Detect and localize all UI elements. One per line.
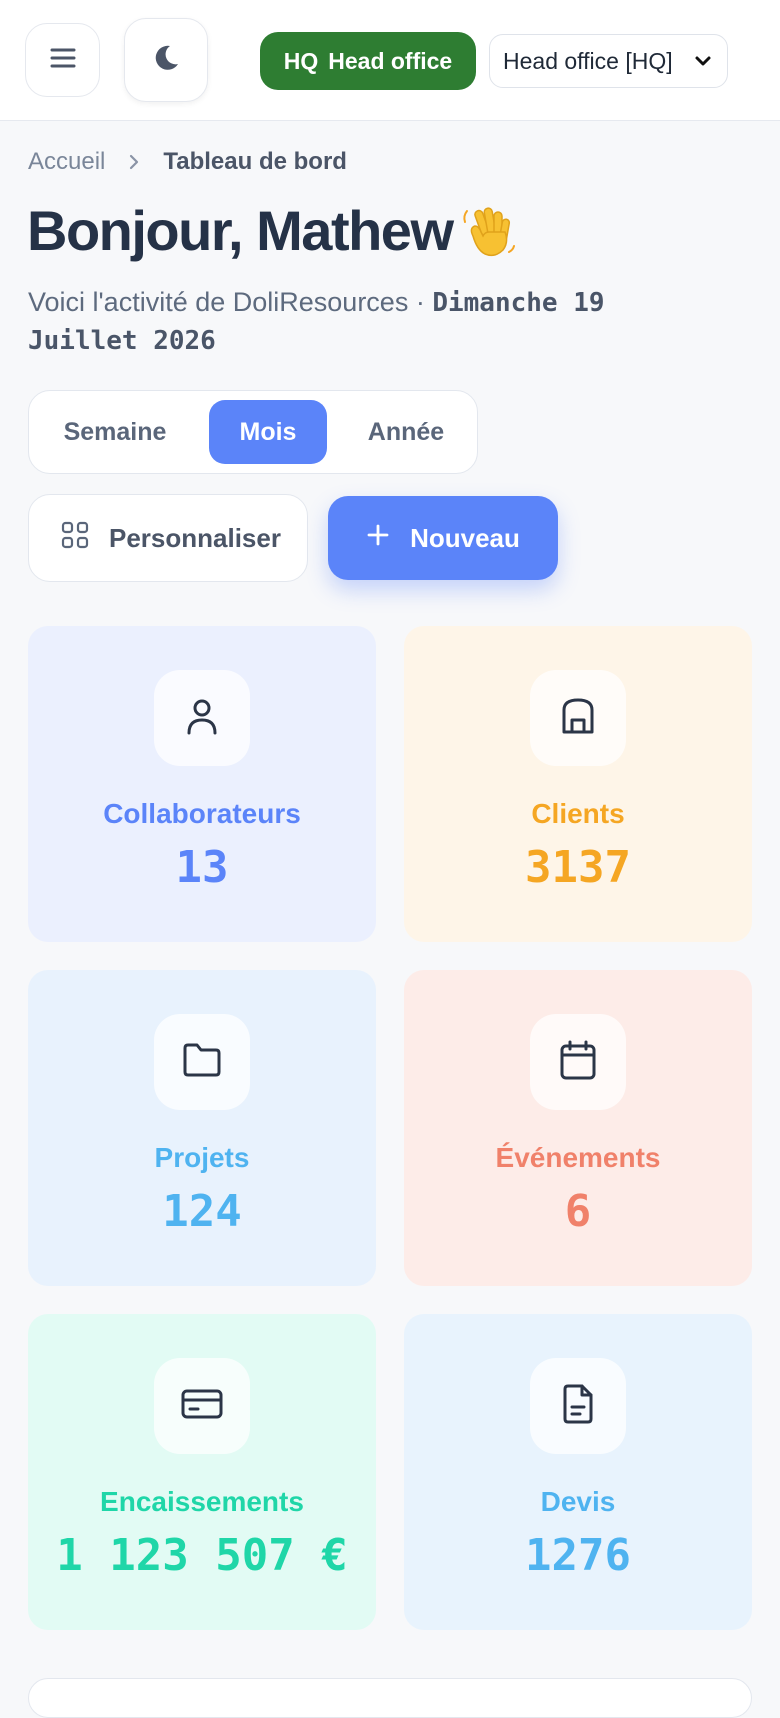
waving-hand-icon — [459, 202, 517, 260]
hamburger-menu-icon — [50, 47, 76, 74]
icon-container — [530, 670, 626, 766]
icon-container — [530, 1358, 626, 1454]
stat-label: Clients — [531, 798, 625, 829]
stat-value: 124 — [162, 1186, 242, 1237]
chevron-down-icon — [693, 50, 713, 77]
folder-icon — [181, 1040, 223, 1085]
breadcrumb: Accueil Tableau de bord — [28, 148, 347, 176]
stat-value: 6 — [564, 1186, 592, 1237]
stat-label: Devis — [540, 1486, 616, 1517]
new-label: Nouveau — [410, 522, 520, 553]
top-bar: HQ Head office Head office [HQ] — [0, 0, 780, 121]
building-icon — [558, 696, 598, 741]
stat-value: 1276 — [525, 1530, 631, 1581]
stat-label: Encaissements — [100, 1486, 304, 1517]
breadcrumb-current: Tableau de bord — [163, 148, 347, 175]
next-section-panel — [28, 1678, 752, 1718]
customize-label: Personnaliser — [109, 522, 281, 553]
user-icon — [182, 696, 222, 741]
hq-badge-code: HQ — [283, 47, 319, 74]
document-icon — [560, 1383, 596, 1430]
tab-week[interactable]: Semaine — [41, 400, 189, 464]
stat-card-devis[interactable]: Devis 1276 — [404, 1314, 752, 1630]
subtitle: Voici l'activité de DoliResources · Dima… — [28, 284, 678, 360]
menu-button[interactable] — [25, 23, 100, 97]
tab-month[interactable]: Mois — [209, 400, 327, 464]
hq-badge[interactable]: HQ Head office — [260, 32, 476, 90]
page-title: Bonjour, Mathew — [27, 198, 517, 263]
icon-container — [154, 670, 250, 766]
stat-card-projets[interactable]: Projets 124 — [28, 970, 376, 1286]
subtitle-text: Voici l'activité de DoliResources · — [28, 287, 433, 317]
chevron-right-icon — [127, 153, 141, 171]
stat-label: Projets — [154, 1142, 250, 1173]
entity-select-value: Head office [HQ] — [503, 47, 673, 74]
period-tabs: Semaine Mois Année — [28, 390, 478, 474]
breadcrumb-home-link[interactable]: Accueil — [28, 148, 105, 176]
stat-card-collaborateurs[interactable]: Collaborateurs 13 — [28, 626, 376, 942]
moon-icon — [151, 43, 181, 78]
credit-card-icon — [180, 1387, 224, 1426]
stat-label: Événements — [495, 1142, 661, 1173]
customize-button[interactable]: Personnaliser — [28, 494, 308, 582]
stat-card-evenements[interactable]: Événements 6 — [404, 970, 752, 1286]
stat-card-clients[interactable]: Clients 3137 — [404, 626, 752, 942]
stat-card-encaissements[interactable]: Encaissements 1 123 507 € — [28, 1314, 376, 1630]
icon-container — [530, 1014, 626, 1110]
tab-year[interactable]: Année — [347, 400, 465, 464]
theme-toggle-button[interactable] — [124, 18, 208, 102]
new-button[interactable]: Nouveau — [328, 496, 558, 580]
grid-icon — [61, 521, 89, 556]
entity-select[interactable]: Head office [HQ] — [489, 34, 728, 88]
stat-value: 1 123 507 € — [56, 1530, 348, 1581]
stat-value: 13 — [175, 842, 229, 893]
icon-container — [154, 1014, 250, 1110]
icon-container — [154, 1358, 250, 1454]
hq-badge-name: Head office — [328, 47, 453, 74]
calendar-icon — [558, 1039, 598, 1086]
stat-label: Collaborateurs — [103, 798, 301, 829]
plus-icon — [366, 523, 390, 554]
stat-value: 3137 — [525, 842, 631, 893]
greeting-text: Bonjour, Mathew — [27, 199, 454, 262]
